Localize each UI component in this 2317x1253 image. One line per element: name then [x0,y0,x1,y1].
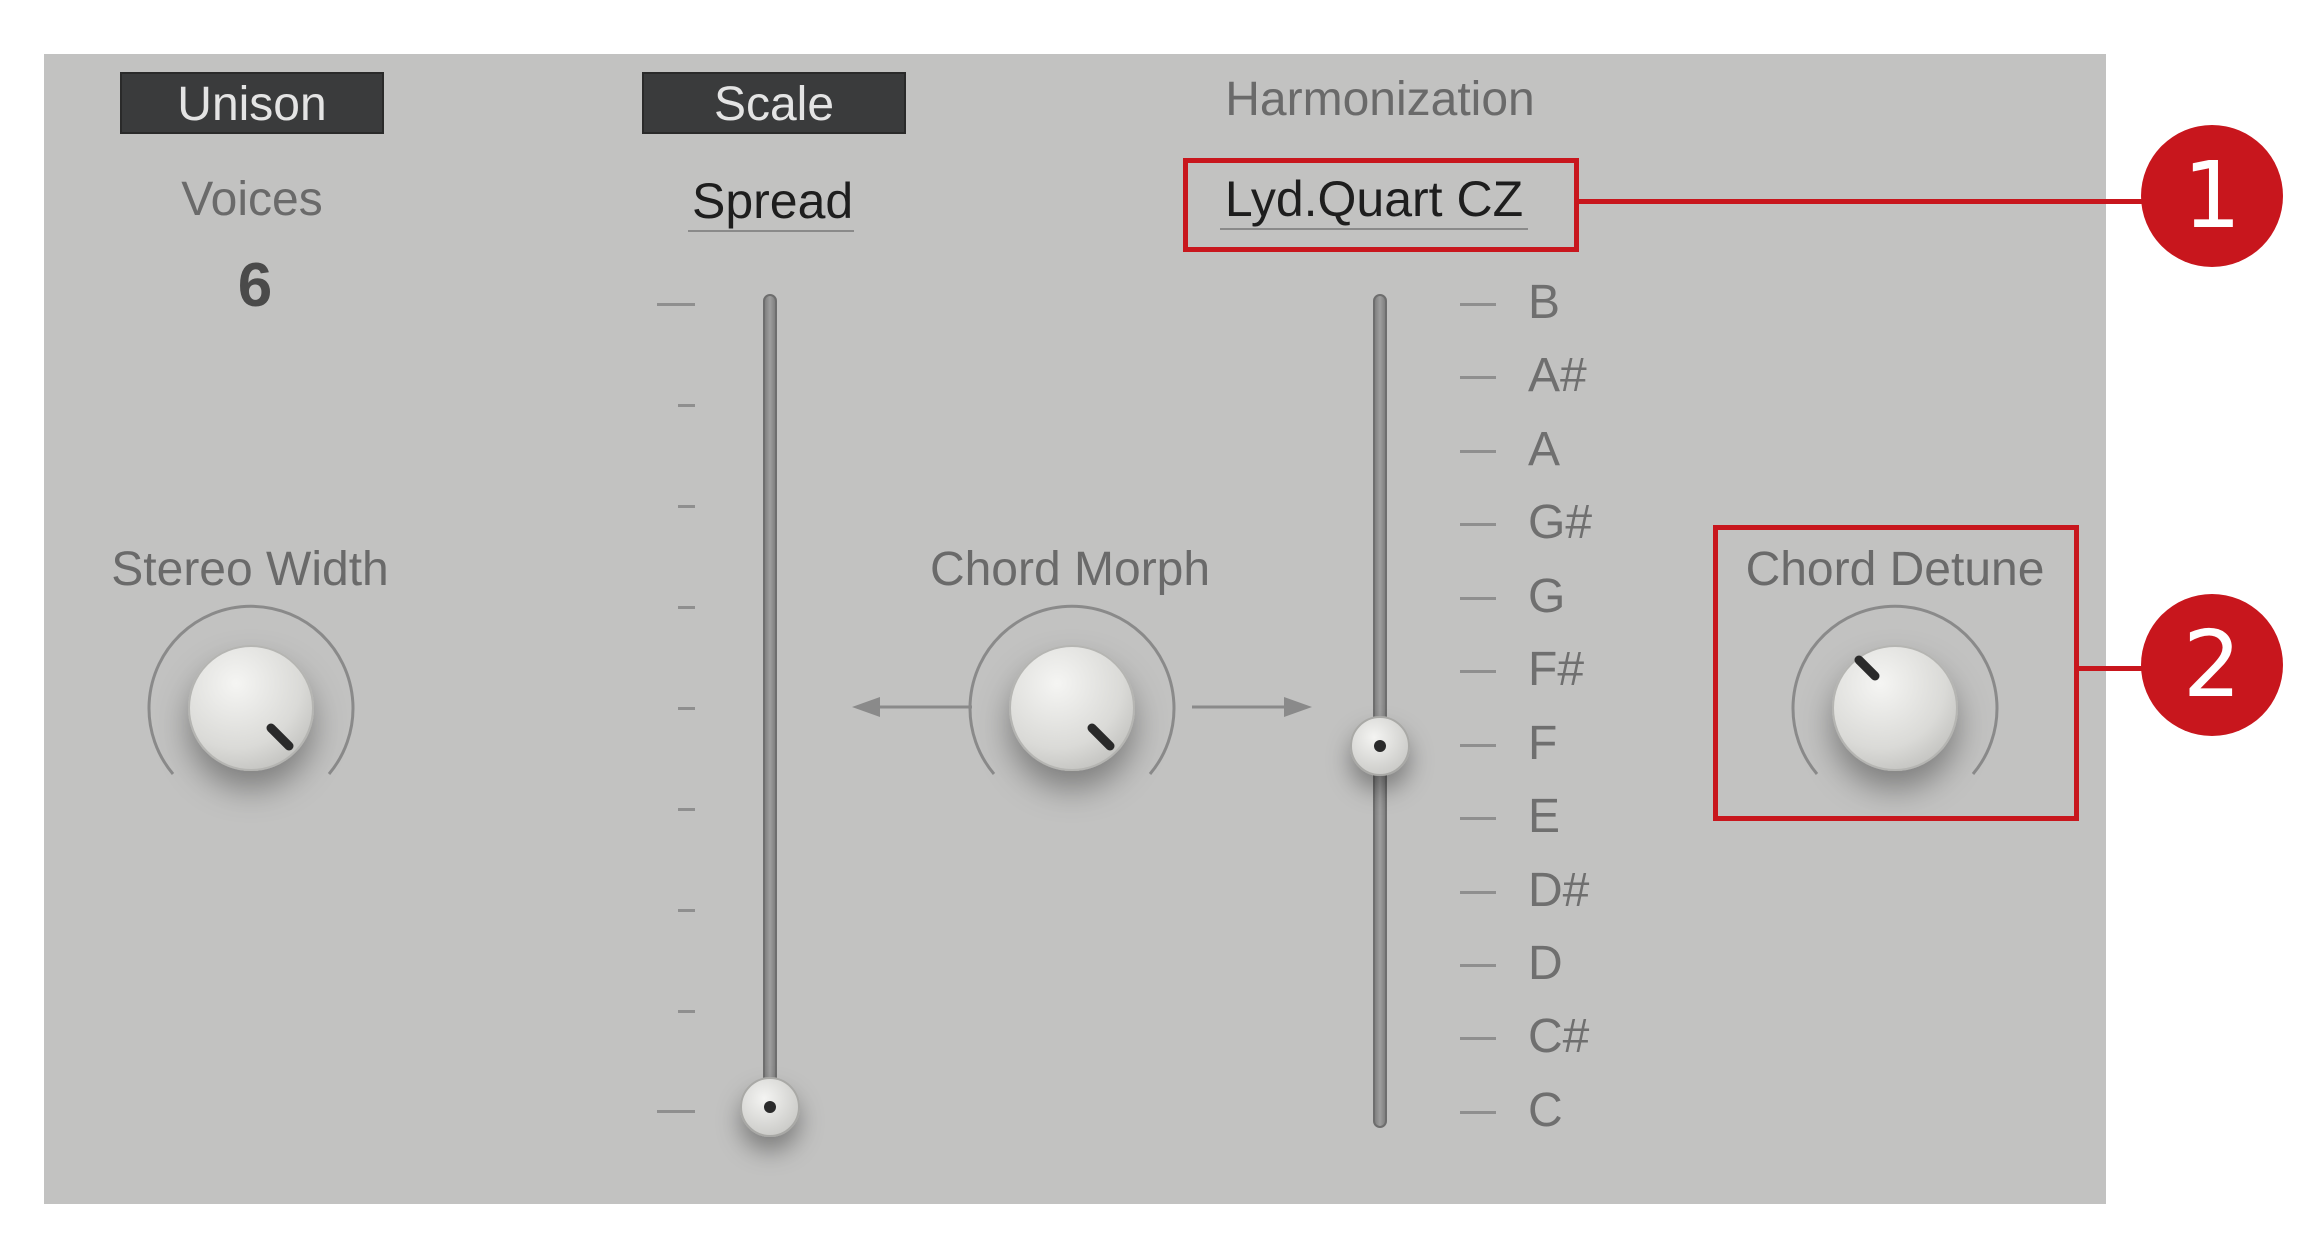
voices-label: Voices [181,173,323,226]
callout-1: 1 [2141,125,2283,267]
callout-2: 2 [2141,594,2283,736]
annotation-box-2 [1713,525,2079,821]
note-label: C# [1528,1010,1590,1063]
note-tick [1460,744,1496,747]
harmonization-title: Harmonization [1225,73,1535,126]
spread-tick [678,808,695,811]
chord-morph-knob[interactable] [952,588,1192,828]
annotation-box-1 [1183,158,1579,252]
note-tick [1460,964,1496,967]
spread-slider[interactable] [730,285,810,1185]
note-tick [1460,1111,1496,1114]
annotation-line-1 [1579,199,2149,204]
note-label: B [1528,276,1561,329]
spread-dropdown[interactable]: Spread [688,172,854,232]
note-tick [1460,597,1496,600]
spread-tick [678,707,695,710]
note-label: E [1528,790,1561,843]
spread-tick [678,505,695,508]
note-tick [1460,1037,1496,1040]
tab-scale[interactable]: Scale [642,72,906,134]
voices-value[interactable]: 6 [200,250,310,321]
note-slider[interactable] [1340,285,1420,1145]
note-tick [1460,891,1496,894]
note-label: G [1528,570,1566,623]
note-tick [1460,523,1496,526]
note-label: D [1528,937,1563,990]
note-slider-thumb[interactable] [1350,716,1410,776]
note-label: A [1528,423,1561,476]
note-label: D# [1528,864,1590,917]
stereo-width-knob[interactable] [131,588,371,828]
spread-tick [657,1110,695,1113]
note-tick [1460,376,1496,379]
note-tick [1460,817,1496,820]
spread-tick [657,303,695,306]
note-label: F [1528,717,1558,770]
tab-unison[interactable]: Unison [120,72,384,134]
spread-tick [678,404,695,407]
note-tick [1460,303,1496,306]
annotation-line-2 [2079,666,2149,671]
spread-slider-thumb[interactable] [740,1077,800,1137]
note-tick [1460,450,1496,453]
note-label: C [1528,1084,1563,1137]
spread-tick [678,909,695,912]
spread-tick [678,1010,695,1013]
note-label: A# [1528,349,1587,402]
note-label: G# [1528,496,1593,549]
note-tick [1460,670,1496,673]
note-label: F# [1528,643,1585,696]
spread-tick [678,606,695,609]
